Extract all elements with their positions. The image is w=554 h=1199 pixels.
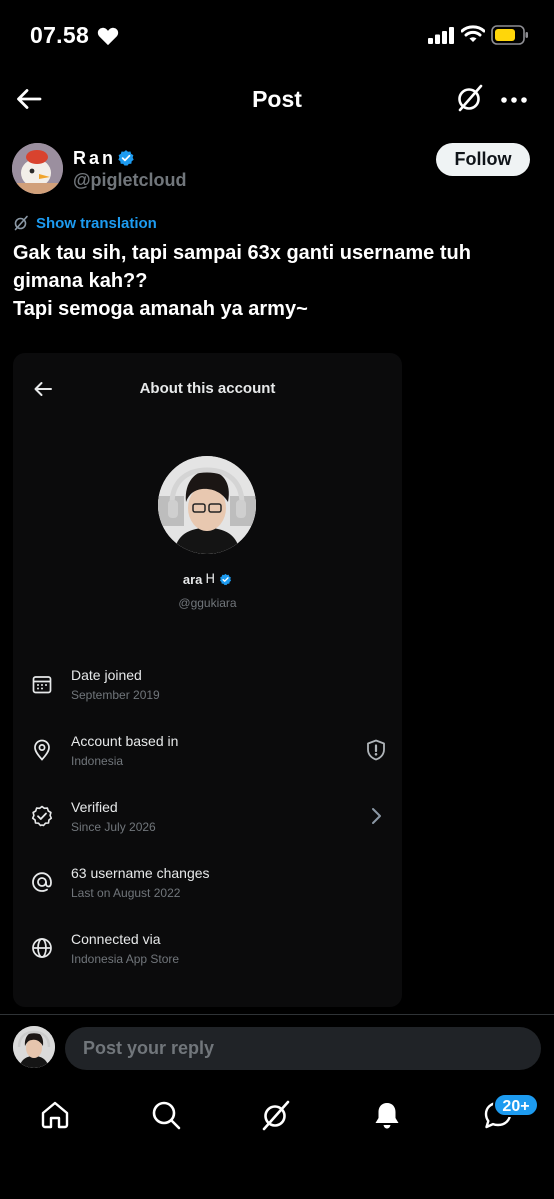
verified-check-icon — [31, 805, 53, 827]
info-row-subtitle: Indonesia App Store — [71, 952, 180, 966]
attached-image-card[interactable]: About this account ara ᕼ @ggukiara Date … — [13, 353, 402, 1007]
globe-icon — [32, 938, 52, 958]
chevron-right-icon — [372, 808, 381, 824]
search-icon[interactable] — [150, 1099, 182, 1131]
heart-icon — [97, 27, 119, 46]
info-row-subtitle: Last on August 2022 — [71, 886, 181, 900]
post-text: Gak tau sih, tapi sampai 63x ganti usern… — [13, 239, 533, 323]
card-profile-avatar — [158, 456, 256, 554]
location-pin-icon — [34, 739, 50, 761]
messages-badge: 20+ — [493, 1093, 539, 1117]
info-row-verified[interactable]: Verified Since July 2026 — [13, 793, 402, 843]
info-row-account-based-in: Account based in Indonesia — [13, 727, 402, 777]
more-options-icon[interactable] — [499, 85, 529, 115]
post-text-line: gimana kah?? — [13, 270, 148, 292]
card-title: About this account — [139, 380, 276, 397]
card-profile-handle: @ggukiara — [178, 596, 237, 610]
author-avatar[interactable] — [12, 143, 63, 194]
grok-icon[interactable] — [455, 83, 485, 113]
follow-button[interactable]: Follow — [436, 143, 530, 176]
home-icon[interactable] — [39, 1099, 71, 1131]
current-user-avatar[interactable] — [13, 1026, 55, 1068]
card-profile-name: ara — [182, 571, 203, 587]
info-row-subtitle: Since July 2026 — [71, 820, 156, 834]
reply-input[interactable] — [65, 1027, 541, 1070]
home-indicator — [0, 1160, 554, 1199]
card-profile-name-symbol: ᕼ — [205, 571, 216, 586]
wifi-icon — [461, 25, 485, 42]
info-row-username-changes: 63 username changes Last on August 2022 — [13, 859, 402, 909]
battery-icon — [491, 25, 528, 45]
cellular-signal-icon — [428, 27, 454, 44]
post-text-line: Tapi semoga amanah ya army~ — [13, 298, 308, 320]
author-avatar-image — [12, 143, 63, 194]
info-row-title: 63 username changes — [71, 865, 210, 881]
info-row-title: Verified — [71, 799, 118, 815]
post-text-line: Gak tau sih, tapi sampai 63x ganti usern… — [13, 242, 471, 264]
card-profile-avatar-image — [158, 456, 256, 554]
card-verified-badge-icon — [220, 573, 232, 585]
bottom-tab-bar — [0, 1085, 554, 1145]
status-time: 07.58 — [30, 22, 90, 48]
info-row-subtitle: Indonesia — [71, 754, 124, 768]
info-row-title: Account based in — [71, 733, 179, 749]
post-header: Post — [0, 72, 554, 126]
info-row-title: Date joined — [71, 667, 142, 683]
current-user-avatar-image — [13, 1026, 55, 1068]
grok-icon[interactable] — [260, 1099, 292, 1131]
reply-divider — [0, 1014, 554, 1015]
notifications-icon[interactable] — [371, 1099, 403, 1131]
author-name[interactable]: Ran — [73, 148, 116, 169]
card-profile-name-row: ara ᕼ — [13, 571, 402, 587]
calendar-icon — [32, 676, 52, 694]
info-row-title: Connected via — [71, 931, 161, 947]
info-row-subtitle: September 2019 — [71, 688, 160, 702]
info-row-date-joined: Date joined September 2019 — [13, 661, 402, 711]
show-translation-link[interactable]: Show translation — [13, 213, 157, 233]
status-bar: 07.58 — [0, 0, 554, 72]
grok-translate-icon — [14, 215, 28, 231]
author-handle[interactable]: @pigletcloud — [73, 170, 187, 191]
info-row-connected-via: Connected via Indonesia App Store — [13, 925, 402, 975]
verified-badge-icon — [118, 150, 134, 166]
at-sign-icon — [32, 872, 52, 892]
show-translation-label: Show translation — [36, 214, 157, 232]
shield-alert-icon[interactable] — [364, 738, 388, 762]
